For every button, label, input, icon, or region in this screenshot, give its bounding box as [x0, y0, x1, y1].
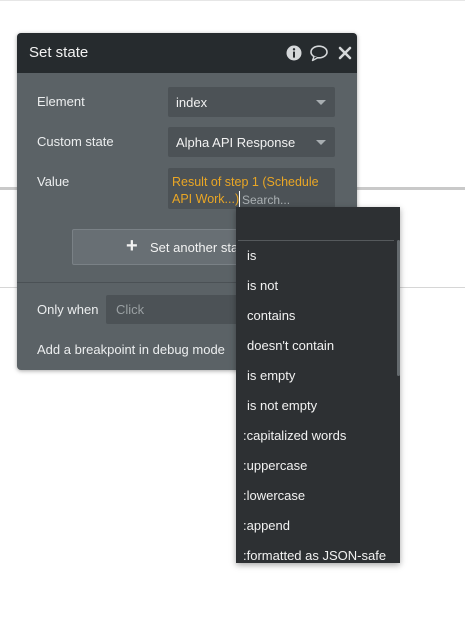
menu-scrollbar[interactable]	[396, 207, 400, 563]
menu-item[interactable]: :lowercase	[236, 481, 396, 511]
custom-state-label: Custom state	[37, 134, 114, 149]
only-when-placeholder: Click	[116, 302, 145, 317]
canvas-top-border	[0, 0, 465, 1]
plus-icon: +	[126, 235, 138, 257]
chevron-down-icon	[316, 100, 326, 105]
info-icon[interactable]	[285, 44, 303, 62]
breakpoint-label[interactable]: Add a breakpoint in debug mode	[37, 342, 225, 357]
set-another-state-label: Set another sta	[150, 240, 239, 255]
menu-item[interactable]: is not	[236, 271, 396, 301]
close-icon[interactable]	[336, 44, 354, 62]
element-dropdown-value: index	[176, 95, 208, 110]
menu-item[interactable]: is not empty	[236, 391, 396, 421]
only-when-label: Only when	[37, 302, 99, 317]
menu-item[interactable]: is empty	[236, 361, 396, 391]
custom-state-dropdown[interactable]: Alpha API Response	[168, 127, 335, 157]
menu-item[interactable]: :formatted as JSON-safe	[236, 541, 396, 563]
element-label: Element	[37, 94, 85, 109]
value-label: Value	[37, 174, 70, 189]
menu-item[interactable]: contains	[236, 301, 396, 331]
chevron-down-icon	[316, 140, 326, 145]
menu-item[interactable]: is	[236, 241, 396, 271]
only-when-field[interactable]: Click	[106, 295, 246, 324]
comment-icon[interactable]	[309, 44, 329, 62]
menu-item[interactable]: :capitalized words	[236, 421, 396, 451]
menu-scrollbar-thumb[interactable]	[397, 240, 400, 376]
operator-dropdown-menu: is is not contains doesn't contain is em…	[236, 207, 400, 563]
panel-title: Set state	[29, 44, 89, 61]
custom-state-dropdown-value: Alpha API Response	[176, 135, 296, 150]
menu-item[interactable]: doesn't contain	[236, 331, 396, 361]
menu-item[interactable]: :uppercase	[236, 451, 396, 481]
menu-item[interactable]: :append	[236, 511, 396, 541]
search-input[interactable]	[239, 191, 304, 208]
element-dropdown[interactable]: index	[168, 87, 335, 117]
panel-header[interactable]: Set state	[17, 33, 357, 73]
